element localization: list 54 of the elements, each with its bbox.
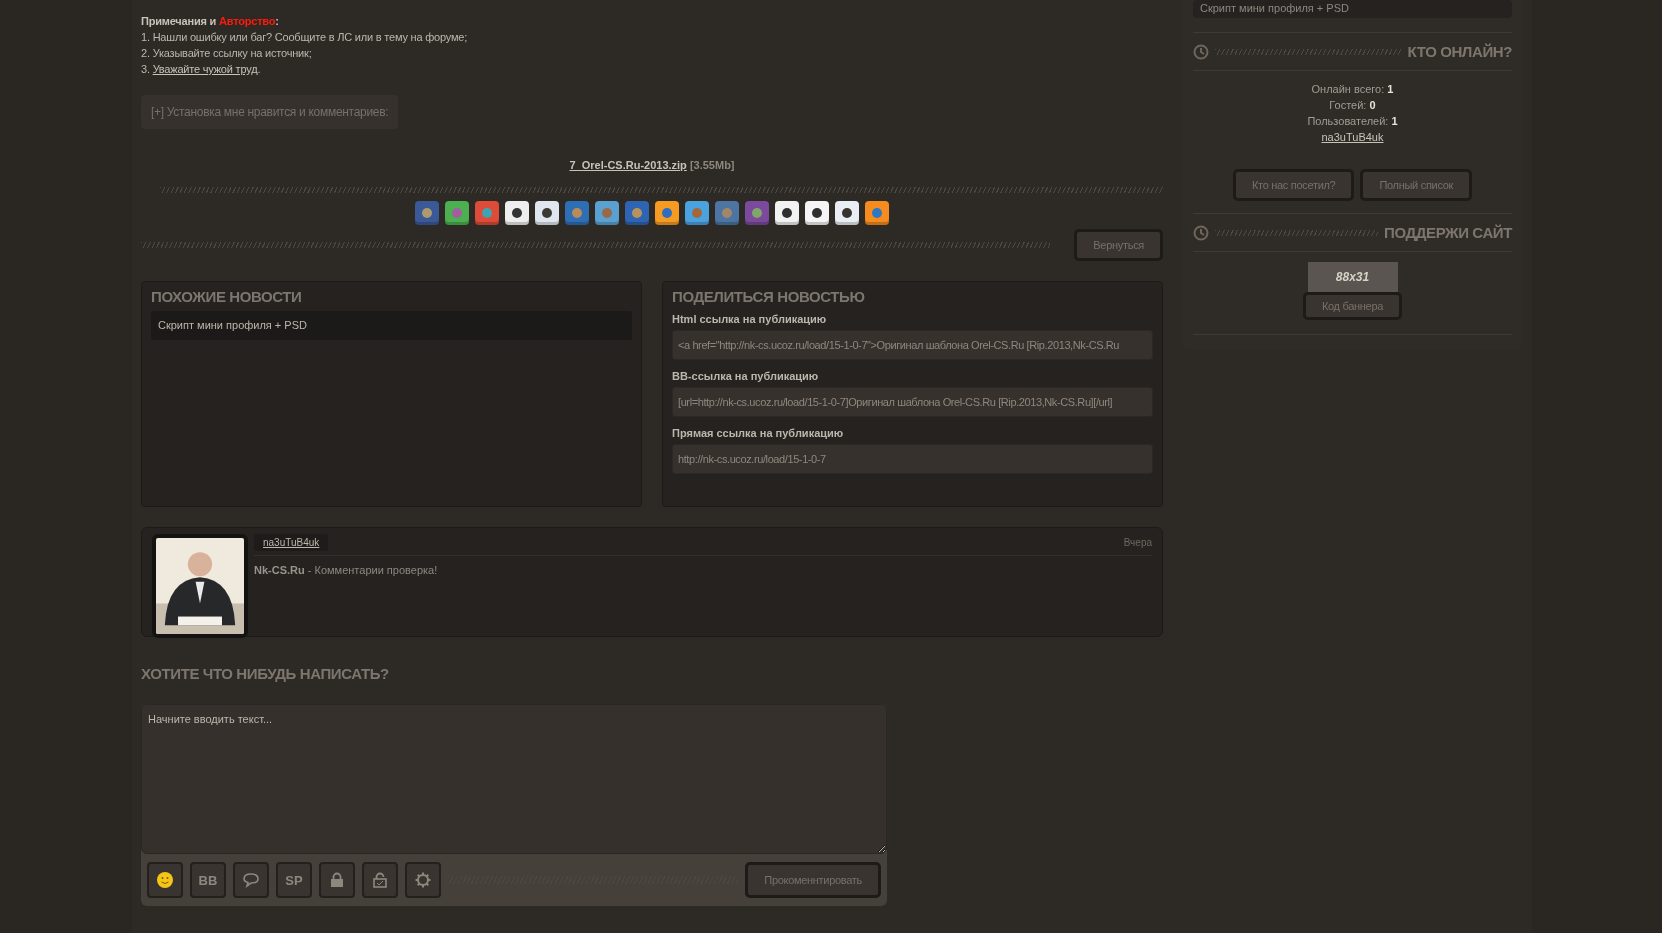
smiley-icon [156, 871, 174, 889]
notes-line: 1. Нашли ошибку или баг? Сообщите в ЛС или в тему на форуме; [141, 30, 468, 45]
social-share-icon[interactable] [835, 201, 859, 225]
link-field[interactable]: [url=http://nk-cs.ucoz.ru/load/15-1-0-7]Оригинал шаблона Orel-CS.Ru [Rip.2013,Nk-CS.Ru][/url] [672, 387, 1153, 417]
comment-input[interactable]: Начните вводить текст... [141, 704, 887, 854]
notes-heading: Примечания и Авторство: [141, 14, 280, 29]
social-share-icon[interactable] [775, 201, 799, 225]
similar-news-item[interactable]: Скрипт мини профиля + PSD [151, 311, 632, 340]
online-stat: Гостей: 0 [1329, 98, 1376, 113]
social-share-icon[interactable] [505, 201, 529, 225]
panel-title: ПОХОЖИЕ НОВОСТИ [151, 288, 303, 305]
unlock-icon [373, 872, 387, 888]
file-line: 7_Orel-CS.Ru-2013.zip [3.55Mb] [569, 159, 735, 171]
comment-text: Nk-CS.Ru - Комментарии проверка! [254, 564, 439, 576]
gear-icon [414, 871, 432, 889]
likes-toggle-button[interactable]: [+] Установка мне нравится и комментариев: [141, 95, 399, 129]
comment-date: Вчера [1123, 537, 1152, 548]
field-label: Прямая ссылка на публикацию [672, 427, 845, 439]
format-button[interactable]: SP [276, 862, 312, 898]
section-title: КТО ОНЛАЙН? [1407, 43, 1512, 60]
form-title: ХОТИТЕ ЧТО НИБУДЬ НАПИСАТЬ? [141, 665, 390, 682]
online-stat: Пользователей: 1 [1307, 114, 1398, 129]
online-stat: Онлайн всего: 1 [1311, 82, 1394, 97]
link-field[interactable]: http://nk-cs.ucoz.ru/load/15-1-0-7 [672, 444, 1153, 474]
clock-icon [1193, 43, 1209, 60]
link-field[interactable]: <a href="http://nk-cs.ucoz.ru/load/15-1-0-7">Оригинал шаблона Orel-CS.Ru [Rip.2013,Nk-CS.Ru [672, 330, 1153, 360]
notes-line: 2. Указывайте ссылку на источник; [141, 46, 312, 61]
online-user-link[interactable]: na3uTuB4uk [1321, 129, 1384, 145]
submit-button[interactable]: Прокоменнтировать [745, 862, 881, 898]
sidebar-item[interactable]: Скрипт мини профиля + PSD [1193, 0, 1512, 18]
smiley-button[interactable] [147, 862, 183, 898]
unlock-button[interactable] [362, 862, 398, 898]
social-share-icon[interactable] [535, 201, 559, 225]
panel-title: ПОДЕЛИТЬСЯ НОВОСТЬЮ [672, 288, 866, 305]
comment-author[interactable]: na3uTuB4uk [254, 534, 329, 551]
social-share-icon[interactable] [805, 201, 829, 225]
field-label: Html ссылка на публикацию [672, 313, 828, 325]
gear-button[interactable] [405, 862, 441, 898]
speech-bubble-icon [242, 872, 260, 888]
online-button[interactable]: Кто нас посетил? [1232, 169, 1355, 201]
lock-icon [330, 872, 344, 888]
back-button[interactable]: Вернуться [1074, 229, 1163, 261]
lock-button[interactable] [319, 862, 355, 898]
section-title: ПОДДЕРЖИ САЙТ [1384, 224, 1512, 241]
file-link[interactable]: 7_Orel-CS.Ru-2013.zip [569, 159, 687, 171]
format-button[interactable]: BB [190, 862, 226, 898]
banner-code-button[interactable]: Код баннера [1302, 292, 1403, 320]
notes-line: 3. Уважайте чужой труд. [141, 62, 261, 77]
online-button[interactable]: Полный список [1360, 169, 1473, 201]
banner-label: 88x31 [1335, 270, 1370, 284]
field-label: BB-ссылка на публикацию [672, 370, 820, 382]
bubble-button[interactable] [233, 862, 269, 898]
clock-icon [1193, 224, 1209, 241]
banner-image[interactable]: 88x31 [1307, 262, 1398, 292]
